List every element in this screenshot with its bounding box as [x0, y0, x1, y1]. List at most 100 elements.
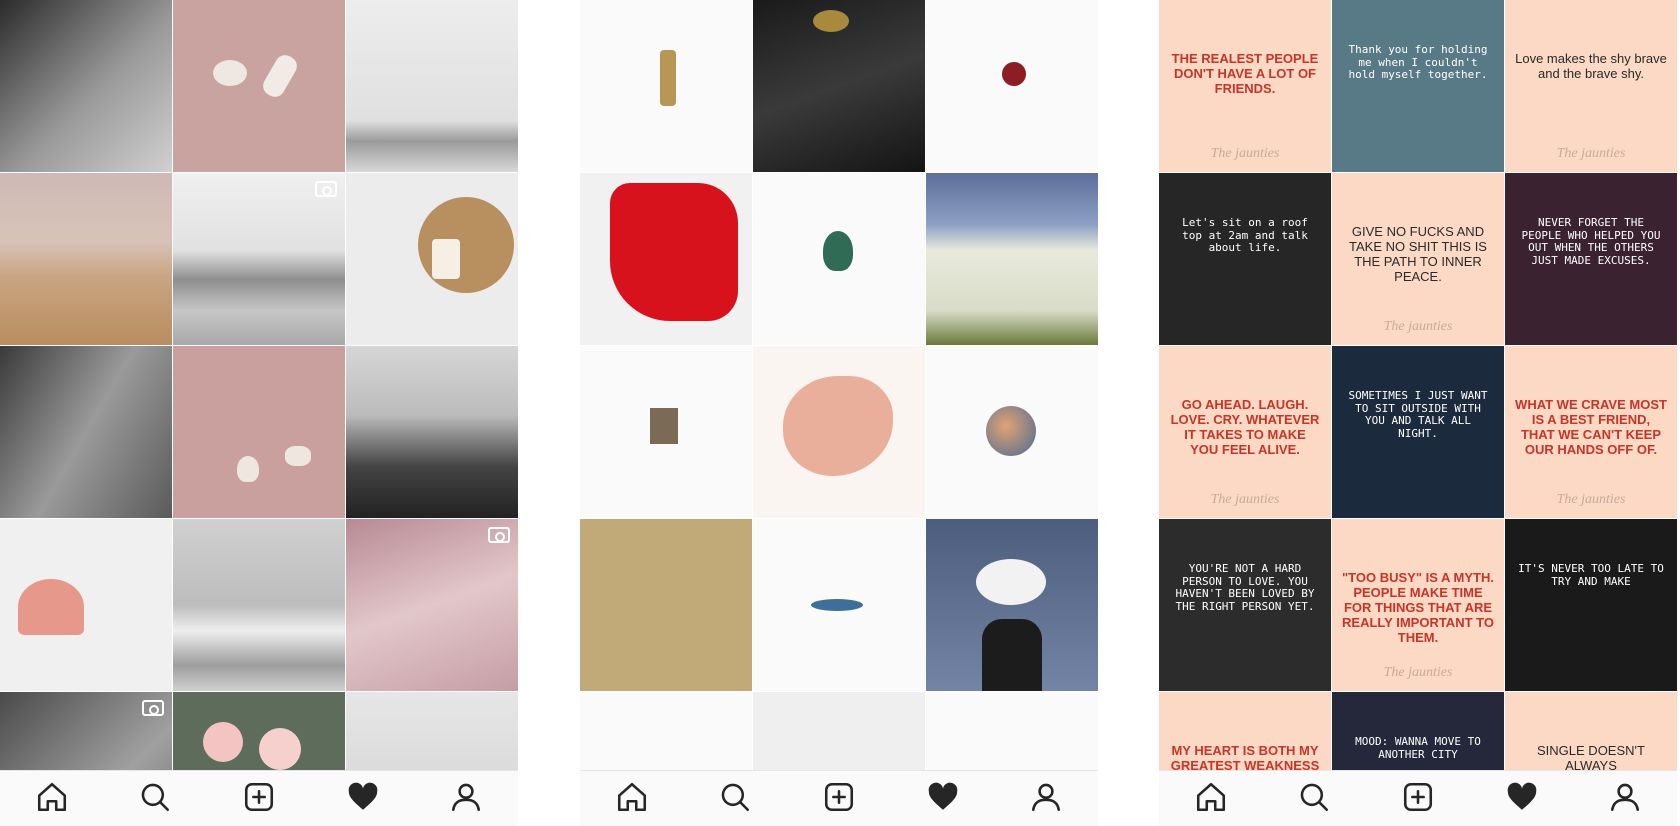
- quote-post-thumbnail[interactable]: Let's sit on a roof top at 2am and talk …: [1159, 173, 1331, 345]
- phone-screen-3: THE REALEST PEOPLE DON'T HAVE A LOT OF F…: [1159, 0, 1677, 826]
- tab-add-post[interactable]: [1398, 779, 1438, 819]
- bottom-tab-bar: [1159, 770, 1677, 826]
- post-thumbnail[interactable]: [926, 0, 1098, 172]
- phone-screen-1: [0, 0, 518, 826]
- post-thumbnail[interactable]: [173, 519, 345, 691]
- tab-add-post[interactable]: [239, 779, 279, 819]
- home-icon: [1194, 780, 1228, 819]
- search-icon: [718, 780, 752, 819]
- quote-post-thumbnail[interactable]: YOU'RE NOT A HARD PERSON TO LOVE. YOU HA…: [1159, 519, 1331, 691]
- post-thumbnail[interactable]: [753, 0, 925, 172]
- post-thumbnail[interactable]: [0, 692, 172, 770]
- post-grid: [580, 0, 1098, 770]
- post-thumbnail[interactable]: [926, 173, 1098, 345]
- post-thumbnail[interactable]: [926, 346, 1098, 518]
- quote-post-thumbnail[interactable]: MY HEART IS BOTH MY GREATEST WEAKNESS: [1159, 692, 1331, 770]
- tab-home[interactable]: [1191, 779, 1231, 819]
- add-post-icon: [822, 780, 856, 819]
- tab-profile[interactable]: [1605, 779, 1645, 819]
- add-post-icon: [1401, 780, 1435, 819]
- post-thumbnail[interactable]: [580, 692, 752, 770]
- tab-search[interactable]: [1294, 779, 1334, 819]
- post-thumbnail[interactable]: [173, 0, 345, 172]
- quote-text: YOU'RE NOT A HARD PERSON TO LOVE. YOU HA…: [1175, 562, 1315, 613]
- signature-text: The jaunties: [1210, 492, 1280, 507]
- quote-text: SOMETIMES I JUST WANT TO SIT OUTSIDE WIT…: [1348, 389, 1488, 440]
- post-thumbnail[interactable]: [753, 173, 925, 345]
- tab-heart[interactable]: [1502, 779, 1542, 819]
- profile-icon: [1608, 780, 1642, 819]
- quote-post-thumbnail[interactable]: NEVER FORGET THE PEOPLE WHO HELPED YOU O…: [1505, 173, 1677, 345]
- post-thumbnail[interactable]: [346, 0, 518, 172]
- phone-screen-2: [580, 0, 1098, 826]
- post-thumbnail[interactable]: [580, 173, 752, 345]
- quote-text: WHAT WE CRAVE MOST IS A BEST FRIEND, THA…: [1515, 397, 1667, 457]
- profile-icon: [1029, 780, 1063, 819]
- post-thumbnail[interactable]: [926, 519, 1098, 691]
- tab-add-post[interactable]: [819, 779, 859, 819]
- tab-search[interactable]: [715, 779, 755, 819]
- tab-search[interactable]: [135, 779, 175, 819]
- quote-post-thumbnail[interactable]: Thank you for holding me when I couldn't…: [1332, 0, 1504, 172]
- quote-post-thumbnail[interactable]: IT'S NEVER TOO LATE TO TRY AND MAKE: [1505, 519, 1677, 691]
- post-thumbnail[interactable]: [0, 0, 172, 172]
- post-thumbnail[interactable]: [0, 519, 172, 691]
- quote-post-thumbnail[interactable]: GIVE NO FUCKS AND TAKE NO SHIT THIS IS T…: [1332, 173, 1504, 345]
- quote-text: SINGLE DOESN'T ALWAYS: [1537, 743, 1645, 770]
- signature-text: The jaunties: [1383, 665, 1453, 680]
- post-thumbnail[interactable]: [926, 692, 1098, 770]
- home-icon: [615, 780, 649, 819]
- tab-home[interactable]: [612, 779, 652, 819]
- tab-heart[interactable]: [343, 779, 383, 819]
- quote-text: MOOD: WANNA MOVE TO ANOTHER CITY: [1355, 735, 1481, 761]
- quote-text: THE REALEST PEOPLE DON'T HAVE A LOT OF F…: [1171, 51, 1319, 96]
- quote-post-thumbnail[interactable]: "TOO BUSY" IS A MYTH. PEOPLE MAKE TIME F…: [1332, 519, 1504, 691]
- video-icon: [142, 700, 164, 716]
- post-thumbnail[interactable]: [753, 692, 925, 770]
- quote-post-thumbnail[interactable]: THE REALEST PEOPLE DON'T HAVE A LOT OF F…: [1159, 0, 1331, 172]
- post-thumbnail[interactable]: [346, 692, 518, 770]
- quote-text: IT'S NEVER TOO LATE TO TRY AND MAKE: [1518, 562, 1664, 588]
- post-thumbnail[interactable]: [580, 0, 752, 172]
- quote-text: Let's sit on a roof top at 2am and talk …: [1182, 216, 1308, 255]
- profile-icon: [449, 780, 483, 819]
- post-thumbnail[interactable]: [0, 173, 172, 345]
- tab-heart[interactable]: [923, 779, 963, 819]
- tab-home[interactable]: [32, 779, 72, 819]
- post-grid: THE REALEST PEOPLE DON'T HAVE A LOT OF F…: [1159, 0, 1677, 770]
- signature-text: The jaunties: [1556, 492, 1626, 507]
- post-thumbnail[interactable]: [0, 346, 172, 518]
- bottom-tab-bar: [580, 770, 1098, 826]
- post-thumbnail[interactable]: [346, 346, 518, 518]
- search-icon: [1297, 780, 1331, 819]
- quote-post-thumbnail[interactable]: GO AHEAD. LAUGH. LOVE. CRY. WHATEVER IT …: [1159, 346, 1331, 518]
- heart-icon: [926, 780, 960, 819]
- post-thumbnail[interactable]: [173, 692, 345, 770]
- post-thumbnail[interactable]: [173, 173, 345, 345]
- post-grid: [0, 0, 518, 770]
- tab-profile[interactable]: [446, 779, 486, 819]
- signature-text: The jaunties: [1556, 146, 1626, 161]
- quote-text: GIVE NO FUCKS AND TAKE NO SHIT THIS IS T…: [1349, 224, 1487, 284]
- heart-icon: [1505, 780, 1539, 819]
- quote-post-thumbnail[interactable]: MOOD: WANNA MOVE TO ANOTHER CITY: [1332, 692, 1504, 770]
- tab-profile[interactable]: [1026, 779, 1066, 819]
- signature-text: The jaunties: [1383, 319, 1453, 334]
- signature-text: The jaunties: [1210, 146, 1280, 161]
- post-thumbnail[interactable]: [580, 346, 752, 518]
- heart-icon: [346, 780, 380, 819]
- post-thumbnail[interactable]: [580, 519, 752, 691]
- post-thumbnail[interactable]: [346, 173, 518, 345]
- post-thumbnail[interactable]: [753, 519, 925, 691]
- quote-post-thumbnail[interactable]: SOMETIMES I JUST WANT TO SIT OUTSIDE WIT…: [1332, 346, 1504, 518]
- video-icon: [315, 181, 337, 197]
- quote-post-thumbnail[interactable]: WHAT WE CRAVE MOST IS A BEST FRIEND, THA…: [1505, 346, 1677, 518]
- post-thumbnail[interactable]: [753, 346, 925, 518]
- quote-text: Love makes the shy brave and the brave s…: [1515, 51, 1667, 81]
- home-icon: [35, 780, 69, 819]
- quote-post-thumbnail[interactable]: Love makes the shy brave and the brave s…: [1505, 0, 1677, 172]
- post-thumbnail[interactable]: [173, 346, 345, 518]
- quote-post-thumbnail[interactable]: SINGLE DOESN'T ALWAYS: [1505, 692, 1677, 770]
- post-thumbnail[interactable]: [346, 519, 518, 691]
- quote-text: GO AHEAD. LAUGH. LOVE. CRY. WHATEVER IT …: [1170, 397, 1320, 457]
